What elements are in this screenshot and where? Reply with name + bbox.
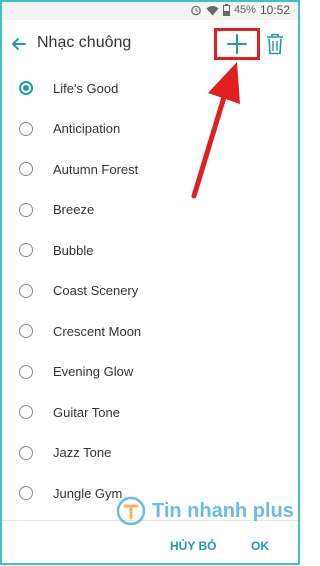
- ringtone-item[interactable]: Breeze: [0, 190, 300, 231]
- ringtone-label: Evening Glow: [53, 364, 134, 380]
- radio-button[interactable]: [19, 202, 33, 217]
- watermark-logo: Tin nhanh plus: [116, 496, 294, 526]
- ringtone-label: Crescent Moon: [53, 323, 142, 339]
- wifi-icon: [206, 5, 219, 15]
- radio-button-selected[interactable]: [19, 81, 33, 96]
- ringtone-label: Autumn Forest: [53, 161, 139, 177]
- ringtone-label: Jungle Gym: [53, 485, 123, 501]
- ringtone-item[interactable]: Crescent Moon: [0, 311, 300, 352]
- status-bar: 45% 10:52: [0, 0, 300, 20]
- status-icons: 45% 10:52: [190, 2, 290, 18]
- radio-button[interactable]: [19, 162, 33, 177]
- ringtone-item[interactable]: Guitar Tone: [0, 392, 300, 433]
- ringtone-label: Breeze: [53, 202, 95, 218]
- ringtone-label: Guitar Tone: [53, 404, 120, 420]
- radio-button[interactable]: [19, 324, 33, 339]
- radio-button[interactable]: [19, 405, 33, 420]
- radio-button[interactable]: [19, 364, 33, 379]
- status-time: 10:52: [259, 3, 290, 17]
- radio-button[interactable]: [19, 445, 33, 460]
- alarm-clock-icon: [191, 5, 201, 16]
- watermark-emblem-icon: [116, 496, 146, 526]
- ringtone-item[interactable]: Autumn Forest: [0, 149, 300, 190]
- plus-icon: [227, 34, 247, 54]
- watermark-text: Tin nhanh plus: [152, 499, 294, 522]
- page-title: Nhạc chuông: [37, 34, 132, 51]
- ringtone-item[interactable]: Anticipation: [0, 109, 300, 150]
- ringtone-label: Coast Scenery: [53, 283, 139, 299]
- radio-button[interactable]: [19, 486, 33, 501]
- delete-button[interactable]: [265, 32, 285, 56]
- battery-icon: [222, 4, 230, 16]
- ringtone-item[interactable]: Bubble: [0, 230, 300, 271]
- trash-icon: [267, 33, 283, 55]
- ringtone-list: Life's Good Anticipation Autumn Forest B…: [0, 68, 300, 514]
- ringtone-item[interactable]: Coast Scenery: [0, 271, 300, 312]
- bottom-action-bar: HỦY BỎ OK: [0, 520, 300, 566]
- back-arrow-icon: [12, 38, 26, 50]
- ringtone-item[interactable]: Jazz Tone: [0, 433, 300, 474]
- ringtone-label: Anticipation: [53, 121, 121, 137]
- radio-button[interactable]: [19, 283, 33, 298]
- ringtone-item[interactable]: Life's Good: [0, 68, 300, 109]
- cancel-button[interactable]: HỦY BỎ: [170, 539, 216, 553]
- ringtone-item[interactable]: Evening Glow: [0, 352, 300, 393]
- ringtone-label: Bubble: [53, 242, 94, 258]
- ringtone-label: Life's Good: [53, 80, 119, 96]
- add-ringtone-button[interactable]: [214, 28, 260, 60]
- radio-button[interactable]: [19, 243, 33, 258]
- ringtone-label: Jazz Tone: [53, 445, 112, 461]
- battery-percent: 45%: [233, 4, 256, 16]
- ok-button[interactable]: OK: [251, 539, 269, 553]
- radio-button[interactable]: [19, 121, 33, 136]
- app-bar: Nhạc chuông: [0, 20, 300, 68]
- back-button[interactable]: [8, 33, 30, 55]
